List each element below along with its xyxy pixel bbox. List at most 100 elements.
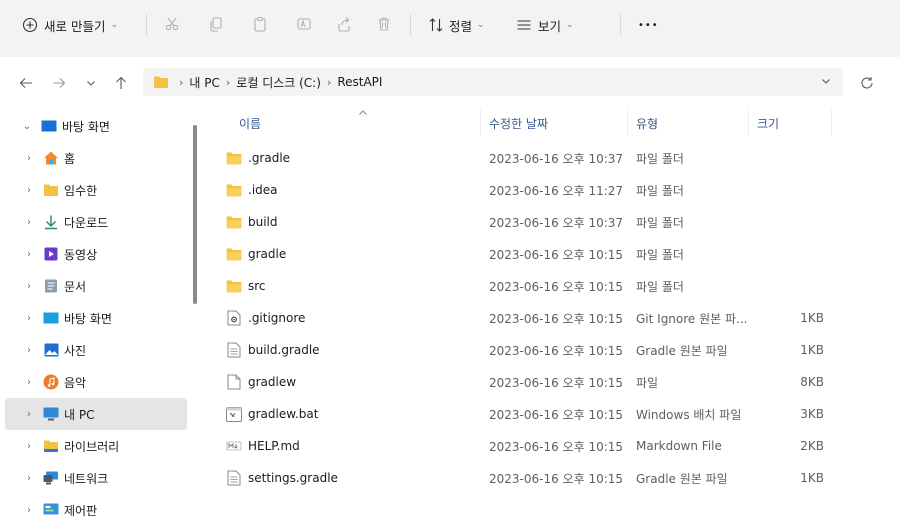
column-header-type[interactable]: 유형: [636, 108, 658, 138]
gitignore-file-icon: [226, 310, 242, 326]
file-name-cell: build.gradle: [226, 334, 320, 366]
chevron-right-icon[interactable]: ›: [23, 441, 35, 452]
back-arrow-icon[interactable]: [15, 72, 37, 94]
file-size: 1KB: [800, 343, 824, 357]
file-row[interactable]: gradle 2023-06-16 오후 10:15 파일 폴더: [212, 238, 832, 270]
chevron-right-icon[interactable]: ›: [23, 249, 35, 260]
toolbar-divider: [410, 14, 411, 36]
file-type: 파일 폴더: [636, 279, 684, 294]
column-header-label: 크기: [757, 116, 780, 131]
delete-icon[interactable]: [374, 14, 394, 34]
file-size: [752, 174, 824, 206]
sort-button[interactable]: 정렬 ⌄: [428, 10, 485, 40]
share-icon[interactable]: [334, 14, 354, 34]
file-name-cell: build: [226, 206, 278, 238]
cut-icon[interactable]: [162, 14, 182, 34]
file-row[interactable]: settings.gradle 2023-06-16 오후 10:15 Grad…: [212, 462, 832, 494]
chevron-right-icon[interactable]: ›: [23, 473, 35, 484]
file-name: .gradle: [248, 151, 291, 165]
column-header-size[interactable]: 크기: [757, 108, 779, 138]
text-file-icon: [226, 342, 242, 358]
file-date: 2023-06-16 오후 10:15: [489, 407, 624, 422]
column-divider[interactable]: [748, 110, 749, 136]
sidebar-item-documents[interactable]: › 문서: [5, 270, 187, 302]
sidebar-item-music[interactable]: › 음악: [5, 366, 187, 398]
folder-icon: [153, 75, 169, 89]
breadcrumb-separator: ›: [225, 75, 231, 89]
view-button[interactable]: 보기 ⌄: [516, 10, 574, 40]
file-size: [752, 206, 824, 238]
chevron-down-icon: ⌄: [477, 20, 485, 30]
column-divider[interactable]: [627, 110, 628, 136]
chevron-right-icon[interactable]: ›: [23, 505, 35, 516]
sidebar-item-label: 음악: [64, 375, 87, 390]
refresh-icon[interactable]: [856, 72, 878, 94]
chevron-right-icon[interactable]: ›: [23, 409, 35, 420]
sidebar-item-label: 라이브러리: [64, 439, 120, 454]
file-row[interactable]: .gitignore 2023-06-16 오후 10:15 Git Ignor…: [212, 302, 832, 334]
column-header-name[interactable]: 이름: [239, 108, 261, 138]
copy-icon[interactable]: [206, 14, 226, 34]
chevron-right-icon[interactable]: ›: [23, 217, 35, 228]
sidebar-item-desktop-group[interactable]: ⌄ 바탕 화면: [5, 110, 187, 142]
network-icon: [43, 470, 59, 486]
paste-icon[interactable]: [250, 14, 270, 34]
sidebar-item-user-folder[interactable]: › 임수한: [5, 174, 187, 206]
chevron-right-icon[interactable]: ›: [23, 377, 35, 388]
breadcrumb-item-pc[interactable]: 내 PC: [189, 74, 219, 91]
chevron-down-icon[interactable]: ⌄: [21, 121, 33, 132]
chevron-right-icon[interactable]: ›: [23, 185, 35, 196]
file-row[interactable]: HELP.md 2023-06-16 오후 10:15 Markdown Fil…: [212, 430, 832, 462]
file-date: 2023-06-16 오후 11:27: [489, 183, 624, 198]
document-icon: [43, 278, 59, 294]
recent-locations-chevron-icon[interactable]: [80, 72, 102, 94]
file-row[interactable]: .gradle 2023-06-16 오후 10:37 파일 폴더: [212, 142, 832, 174]
more-options-button[interactable]: •••: [638, 10, 659, 40]
sidebar-item-label: 바탕 화면: [62, 119, 110, 134]
folder-icon: [226, 150, 242, 166]
breadcrumb-item-local-disk[interactable]: 로컬 디스크 (C:): [236, 74, 321, 91]
chevron-right-icon[interactable]: ›: [23, 345, 35, 356]
breadcrumb-separator: ›: [179, 75, 184, 89]
file-size: [752, 142, 824, 174]
file-row[interactable]: gradlew.bat 2023-06-16 오후 10:15 Windows …: [212, 398, 832, 430]
file-date: 2023-06-16 오후 10:15: [489, 279, 624, 294]
file-name: .idea: [248, 183, 278, 197]
sidebar-item-network[interactable]: › 네트워크: [5, 462, 187, 494]
file-name-cell: gradle: [226, 238, 286, 270]
sidebar-item-label: 네트워크: [64, 471, 109, 486]
address-box[interactable]: › 내 PC › 로컬 디스크 (C:) › RestAPI: [143, 68, 843, 96]
rename-icon[interactable]: [294, 14, 314, 34]
sidebar-item-control-panel[interactable]: › 제어판: [5, 494, 187, 526]
up-arrow-icon[interactable]: [110, 72, 132, 94]
file-row[interactable]: build.gradle 2023-06-16 오후 10:15 Gradle …: [212, 334, 832, 366]
chevron-right-icon[interactable]: ›: [23, 281, 35, 292]
file-row[interactable]: src 2023-06-16 오후 10:15 파일 폴더: [212, 270, 832, 302]
sidebar-item-videos[interactable]: › 동영상: [5, 238, 187, 270]
column-header-date-modified[interactable]: 수정한 날짜: [489, 108, 548, 138]
address-history-chevron-icon[interactable]: [821, 76, 831, 89]
sidebar-item-downloads[interactable]: › 다운로드: [5, 206, 187, 238]
file-name-cell: HELP.md: [226, 430, 300, 462]
sidebar-item-desktop[interactable]: › 바탕 화면: [5, 302, 187, 334]
sidebar-item-this-pc[interactable]: › 내 PC: [5, 398, 187, 430]
desktop-icon: [43, 310, 59, 326]
forward-arrow-icon[interactable]: [48, 72, 70, 94]
chevron-right-icon[interactable]: ›: [23, 153, 35, 164]
sidebar-item-pictures[interactable]: › 사진: [5, 334, 187, 366]
chevron-right-icon[interactable]: ›: [23, 313, 35, 324]
file-name-cell: src: [226, 270, 266, 302]
file-date: 2023-06-16 오후 10:37: [489, 151, 624, 166]
file-row[interactable]: build 2023-06-16 오후 10:37 파일 폴더: [212, 206, 832, 238]
breadcrumb-item-restapi[interactable]: RestAPI: [337, 75, 382, 89]
navigation-pane-scrollbar[interactable]: [193, 125, 197, 304]
sidebar-item-home[interactable]: › 홈: [5, 142, 187, 174]
column-divider[interactable]: [480, 110, 481, 136]
file-row[interactable]: .idea 2023-06-16 오후 11:27 파일 폴더: [212, 174, 832, 206]
sidebar-item-libraries[interactable]: › 라이브러리: [5, 430, 187, 462]
file-row[interactable]: gradlew 2023-06-16 오후 10:15 파일 8KB: [212, 366, 832, 398]
sidebar-item-label: 동영상: [64, 247, 98, 262]
chevron-down-icon: ⌄: [566, 20, 574, 30]
column-divider[interactable]: [831, 110, 832, 136]
new-button[interactable]: 새로 만들기 ⌄: [22, 10, 118, 40]
